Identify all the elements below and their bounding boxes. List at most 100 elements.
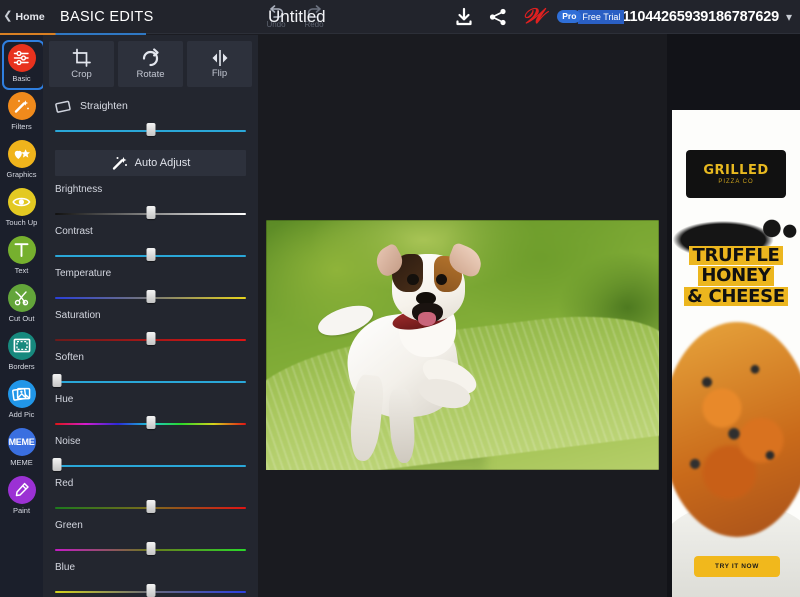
saturation-slider[interactable] — [55, 332, 246, 347]
ad-cta-button[interactable]: TRY IT NOW — [694, 556, 780, 577]
top-bar: ❮ Home BASIC EDITS Undo Redo Untitled 𝒲 … — [0, 0, 800, 33]
adjustment-label-hue: Hue — [55, 394, 74, 405]
flip-label: Flip — [211, 68, 228, 79]
sidebar-item-filters[interactable]: Filters — [0, 87, 43, 135]
brightness-thumb[interactable] — [146, 206, 155, 219]
sidebar-item-basic[interactable]: Basic — [0, 39, 45, 90]
red-slider[interactable] — [55, 500, 246, 515]
document-title[interactable]: Untitled — [268, 0, 326, 33]
sidebar-item-label: Filters — [11, 121, 32, 131]
adjustment-label-temperature: Temperature — [55, 268, 112, 279]
eye-icon — [7, 187, 36, 216]
account-menu[interactable]: Pro Free Trial 111044265939186787629 ▾ — [557, 9, 792, 25]
top-bar-actions: 𝒲 Pro Free Trial 111044265939186787629 ▾ — [454, 0, 792, 33]
scissors-icon — [7, 283, 36, 312]
straighten-slider[interactable] — [55, 123, 246, 138]
temperature-thumb[interactable] — [146, 290, 155, 303]
soften-track — [55, 381, 246, 383]
download-button[interactable] — [454, 7, 474, 27]
red-thumb[interactable] — [146, 500, 155, 513]
temperature-slider[interactable] — [55, 290, 246, 305]
sidebar-item-add-pic[interactable]: Add Pic — [0, 375, 43, 423]
basic-edits-panel: Crop Rotate Flip Straighten Auto Adjust … — [43, 35, 258, 597]
transform-tools: Crop Rotate Flip — [43, 35, 258, 87]
text-t-icon — [7, 235, 36, 264]
sidebar-item-paint[interactable]: Paint — [0, 471, 43, 519]
edited-photo[interactable] — [266, 220, 659, 470]
paintbrush-icon — [7, 475, 36, 504]
sidebar-item-touch-up[interactable]: Touch Up — [0, 183, 43, 231]
crop-label: Crop — [71, 69, 92, 80]
hue-thumb[interactable] — [146, 416, 155, 429]
ad-logo-line2: PIZZA CO — [718, 179, 754, 185]
magic-wand-icon — [7, 91, 36, 120]
adjustment-sliders: Brightness Contrast Temperature Saturation S… — [43, 176, 258, 597]
sidebar-item-label: Cut Out — [8, 313, 35, 323]
adjustment-brightness: Brightness — [55, 184, 246, 221]
contrast-slider[interactable] — [55, 248, 246, 263]
advertisement[interactable]: GRILLED PIZZA CO TRUFFLE HONEY & CHEESE … — [672, 110, 800, 597]
magic-wand-icon — [112, 157, 127, 170]
canvas-area[interactable] — [258, 34, 667, 597]
image-editor-app: ❮ Home BASIC EDITS Undo Redo Untitled 𝒲 … — [0, 0, 800, 597]
noise-slider[interactable] — [52, 458, 246, 473]
crop-button[interactable]: Crop — [49, 41, 114, 87]
saturation-thumb[interactable] — [146, 332, 155, 345]
adjustment-green: Green — [55, 520, 246, 557]
sidebar-item-borders[interactable]: Borders — [0, 327, 43, 375]
contrast-thumb[interactable] — [146, 248, 155, 261]
sidebar-item-text[interactable]: Text — [0, 231, 43, 279]
sidebar-item-label: MEME — [10, 457, 33, 467]
sidebar-item-label: Basic — [12, 73, 31, 83]
straighten-label: Straighten — [80, 100, 128, 112]
pro-badge: Pro — [557, 9, 582, 24]
soften-slider[interactable] — [52, 374, 246, 389]
hue-slider[interactable] — [55, 416, 246, 431]
photo-frame — [266, 220, 659, 470]
dog-tongue — [418, 312, 436, 326]
brightness-slider[interactable] — [55, 206, 246, 221]
dog-subject — [314, 240, 537, 465]
sidebar-item-label: Touch Up — [5, 217, 38, 227]
adjustment-temperature: Temperature — [55, 268, 246, 305]
sidebar-item-label: Add Pic — [8, 409, 35, 419]
ad-cta-label: TRY IT NOW — [715, 563, 759, 570]
noise-thumb[interactable] — [52, 458, 62, 471]
ad-pizza-image — [672, 322, 800, 537]
home-button-label: Home — [15, 10, 45, 23]
blue-thumb[interactable] — [146, 584, 155, 597]
brand-logo[interactable]: 𝒲 — [522, 6, 544, 27]
sidebar-item-label: Text — [14, 265, 29, 275]
sidebar-item-graphics[interactable]: Graphics — [0, 135, 43, 183]
noise-track — [55, 465, 246, 467]
rotate-button[interactable]: Rotate — [118, 41, 183, 87]
green-slider[interactable] — [55, 542, 246, 557]
rotate-icon — [142, 48, 159, 67]
sidebar-item-label: Paint — [12, 505, 31, 515]
adjustment-noise: Noise — [52, 436, 246, 473]
auto-adjust-button[interactable]: Auto Adjust — [55, 150, 246, 176]
adjustment-label-brightness: Brightness — [55, 184, 103, 195]
straighten-icon — [55, 100, 71, 113]
dog-eye-left — [407, 273, 419, 285]
sidebar-item-meme[interactable]: MEME MEME — [0, 423, 43, 471]
share-button[interactable] — [488, 7, 508, 27]
sliders-icon — [7, 43, 36, 72]
ad-headline-line3: & CHEESE — [684, 286, 788, 306]
straighten-thumb[interactable] — [146, 123, 155, 136]
flip-button[interactable]: Flip — [187, 41, 252, 87]
adjustment-label-blue: Blue — [55, 562, 76, 573]
sidebar-item-label: Borders — [8, 361, 35, 371]
blue-slider[interactable] — [55, 584, 246, 597]
adjustment-hue: Hue — [55, 394, 246, 431]
adjustment-label-saturation: Saturation — [55, 310, 101, 321]
adjustment-red: Red — [55, 478, 246, 515]
sidebar-item-cut-out[interactable]: Cut Out — [0, 279, 43, 327]
home-button[interactable]: ❮ Home — [0, 0, 48, 33]
ad-headline-line1: TRUFFLE — [689, 246, 783, 265]
green-thumb[interactable] — [146, 542, 155, 555]
adjustment-label-green: Green — [55, 520, 83, 531]
crop-icon — [72, 48, 91, 67]
ad-logo: GRILLED PIZZA CO — [686, 150, 786, 198]
soften-thumb[interactable] — [52, 374, 62, 387]
